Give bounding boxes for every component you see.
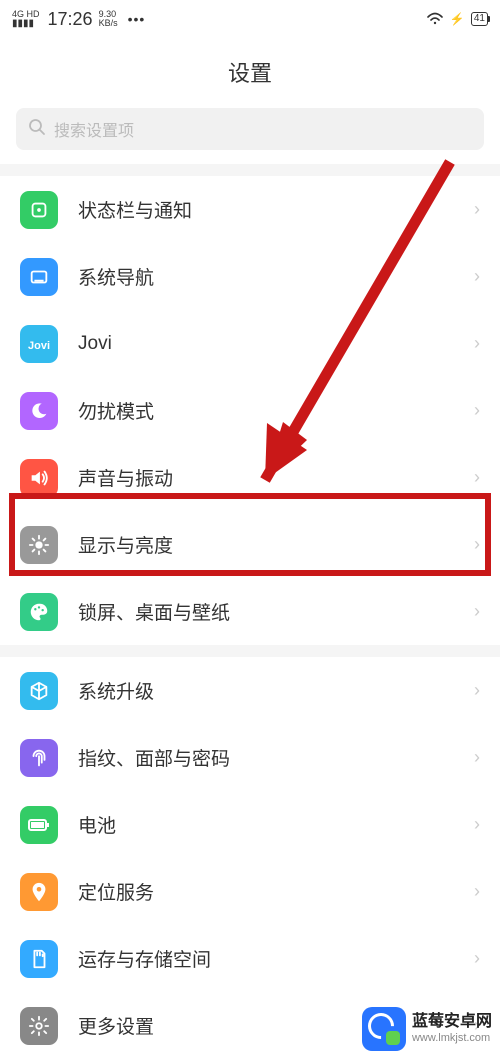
jovi-icon: Jovi	[20, 325, 58, 363]
settings-item-dnd[interactable]: 勿扰模式›	[0, 377, 500, 444]
gear-icon	[20, 1007, 58, 1045]
settings-item-sound[interactable]: 声音与振动›	[0, 444, 500, 511]
chevron-right-icon: ›	[474, 601, 480, 622]
chevron-right-icon: ›	[474, 881, 480, 902]
watermark: 蓝莓安卓网 www.lmkjst.com	[362, 1007, 492, 1051]
watermark-logo-icon	[362, 1007, 406, 1051]
settings-item-lockscreen[interactable]: 锁屏、桌面与壁纸›	[0, 578, 500, 645]
settings-item-label: 系统导航	[78, 263, 474, 290]
chevron-right-icon: ›	[474, 534, 480, 555]
settings-item-display[interactable]: 显示与亮度›	[0, 511, 500, 578]
chevron-right-icon: ›	[474, 680, 480, 701]
moon-icon	[20, 392, 58, 430]
more-status-icon: •••	[128, 11, 146, 27]
settings-item-jovi[interactable]: JoviJovi›	[0, 310, 500, 377]
status-bar: 4G HD ▮▮▮▮ 17:26 9.30 KB/s ••• ⚡ 41	[0, 0, 500, 38]
search-container: 搜索设置项	[0, 108, 500, 164]
chevron-right-icon: ›	[474, 266, 480, 287]
palette-icon	[20, 593, 58, 631]
settings-item-label: 状态栏与通知	[78, 196, 474, 223]
brightness-icon	[20, 526, 58, 564]
chevron-right-icon: ›	[474, 333, 480, 354]
battery-icon	[20, 806, 58, 844]
settings-item-location[interactable]: 定位服务›	[0, 858, 500, 925]
settings-item-label: 指纹、面部与密码	[78, 744, 474, 771]
chevron-right-icon: ›	[474, 814, 480, 835]
settings-item-system-update[interactable]: 系统升级›	[0, 657, 500, 724]
settings-item-storage[interactable]: 运存与存储空间›	[0, 925, 500, 992]
nav-icon	[20, 258, 58, 296]
settings-item-status-notify[interactable]: 状态栏与通知›	[0, 176, 500, 243]
watermark-title: 蓝莓安卓网	[412, 1013, 492, 1031]
network-speed: 9.30 KB/s	[99, 10, 118, 28]
chevron-right-icon: ›	[474, 747, 480, 768]
signal-icon: 4G HD ▮▮▮▮	[12, 10, 40, 29]
svg-text:Jovi: Jovi	[28, 340, 50, 352]
settings-item-label: 电池	[78, 811, 474, 838]
settings-item-label: 声音与振动	[78, 464, 474, 491]
chevron-right-icon: ›	[474, 199, 480, 220]
search-placeholder: 搜索设置项	[54, 117, 134, 141]
settings-item-battery[interactable]: 电池›	[0, 791, 500, 858]
settings-item-label: Jovi	[78, 333, 474, 355]
status-time: 17:26	[48, 9, 93, 30]
cube-icon	[20, 672, 58, 710]
location-icon	[20, 873, 58, 911]
settings-item-label: 锁屏、桌面与壁纸	[78, 598, 474, 625]
settings-item-label: 勿扰模式	[78, 397, 474, 424]
fingerprint-icon	[20, 739, 58, 777]
settings-item-label: 系统升级	[78, 677, 474, 704]
watermark-url: www.lmkjst.com	[412, 1032, 492, 1045]
settings-item-system-nav[interactable]: 系统导航›	[0, 243, 500, 310]
speaker-icon	[20, 459, 58, 497]
chevron-right-icon: ›	[474, 948, 480, 969]
settings-item-label: 显示与亮度	[78, 531, 474, 558]
settings-item-label: 运存与存储空间	[78, 945, 474, 972]
wifi-icon	[426, 11, 444, 28]
chevron-right-icon: ›	[474, 400, 480, 421]
chevron-right-icon: ›	[474, 467, 480, 488]
page-title: 设置	[0, 38, 500, 108]
charging-icon: ⚡	[450, 12, 465, 26]
search-input[interactable]: 搜索设置项	[16, 108, 484, 150]
settings-item-label: 定位服务	[78, 878, 474, 905]
battery-icon: 41	[471, 12, 488, 26]
search-icon	[28, 118, 46, 141]
settings-item-biometrics[interactable]: 指纹、面部与密码›	[0, 724, 500, 791]
square-dot-icon	[20, 191, 58, 229]
sd-icon	[20, 940, 58, 978]
